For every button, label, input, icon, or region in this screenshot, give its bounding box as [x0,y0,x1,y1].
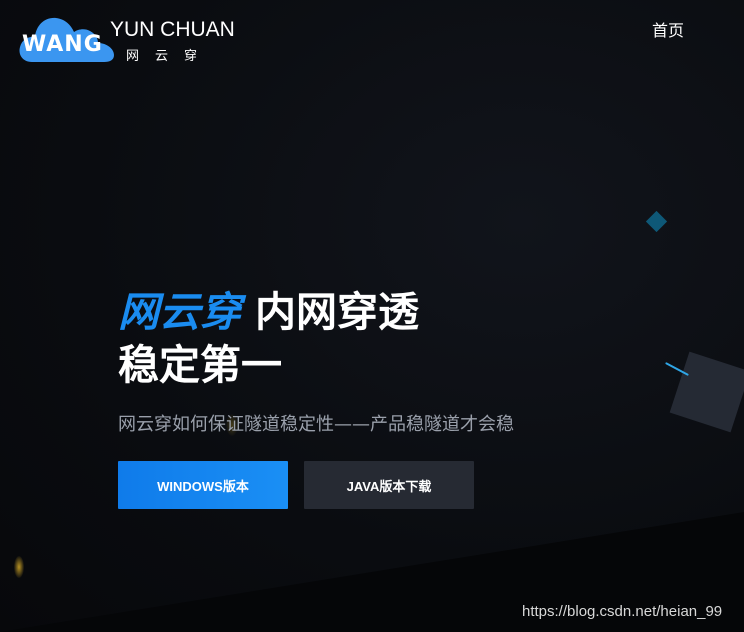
nav-home-link[interactable]: 首页 [652,17,684,41]
decor-diamond [645,210,668,233]
decor-square [669,351,744,433]
logo-brand-text: YUN CHUAN [110,18,235,41]
java-download-label: JAVA版本下载 [346,478,432,494]
source-watermark: https://blog.csdn.net/heian_99 [522,603,723,620]
hero-subtitle: 网云穿如何保证隧道稳定性——产品稳隧道才会稳 [118,414,514,435]
logo-chinese-name: 网云穿 [126,49,214,64]
java-download-button[interactable]: JAVA版本下载 [304,461,474,509]
landing-page: WANG YUN CHUAN 网云穿 首页 网云穿 内网穿透 稳定第一 网云穿如何… [0,0,744,632]
hero-title-line1: 网云穿 内网穿透 [118,287,419,337]
hero-title-line2: 稳定第一 [118,341,282,389]
windows-download-button[interactable]: WINDOWS版本 [118,461,288,509]
hero-title-accent: 网云穿 [118,288,241,336]
windows-download-label: WINDOWS版本 [157,478,249,494]
logo-mark-text: WANG [22,32,103,57]
hero-title-rest: 内网穿透 [255,288,419,336]
decor-glow [14,556,24,578]
site-logo[interactable]: WANG YUN CHUAN 网云穿 [18,8,238,68]
